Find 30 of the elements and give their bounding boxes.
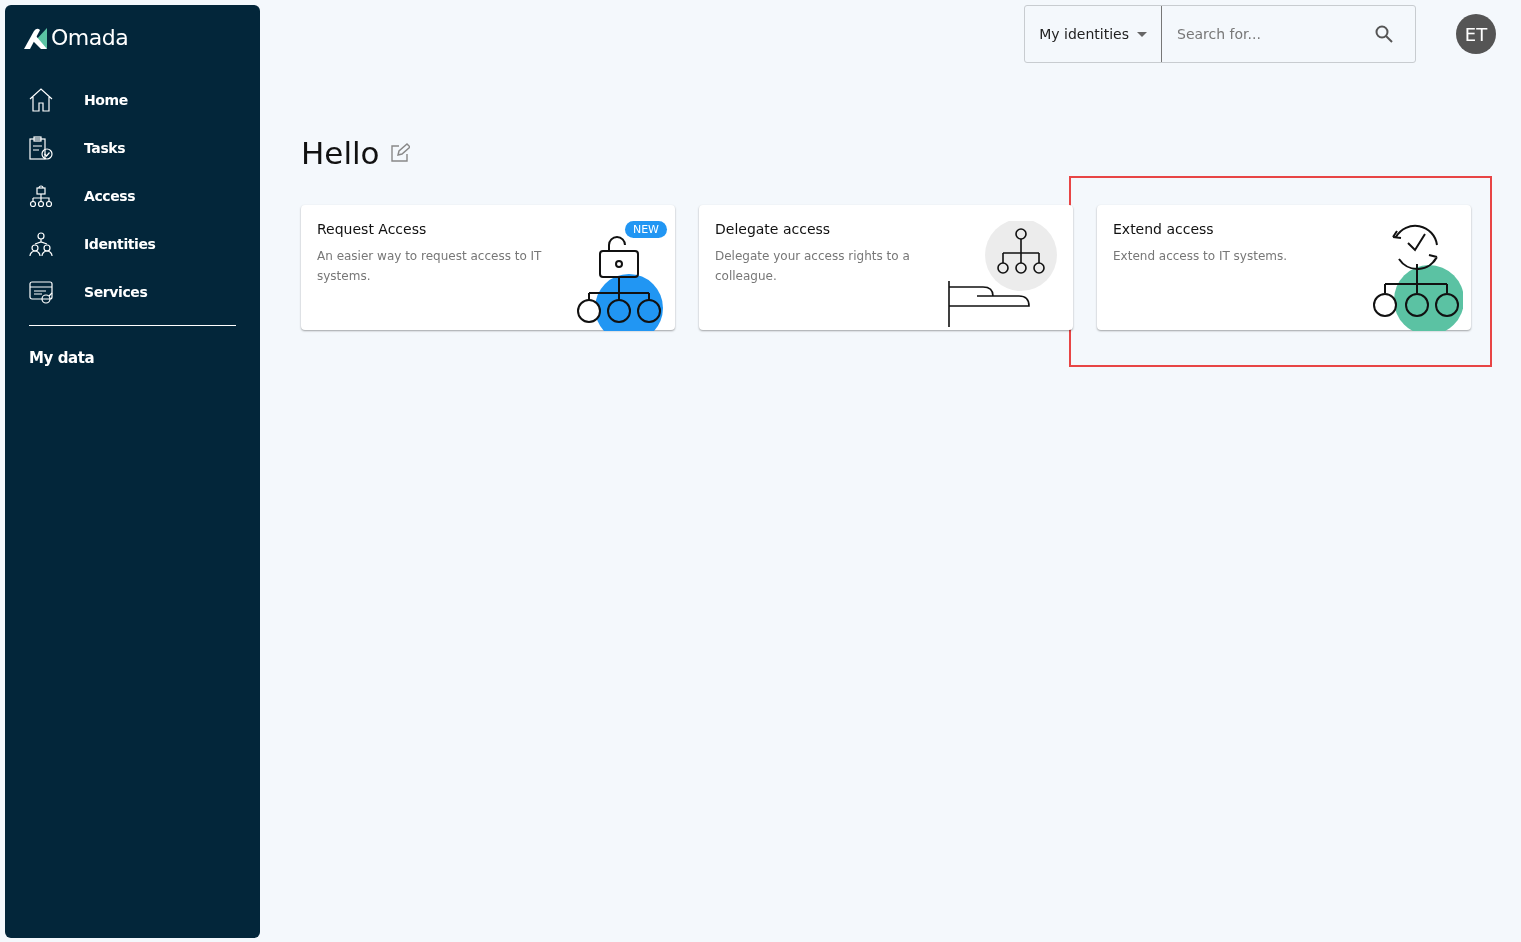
nav-item[interactable]: Services [24,268,236,316]
my-data-link[interactable]: My data [24,326,236,367]
action-card[interactable]: Request Access An easier way to request access to IT systems. NEW [301,205,675,330]
caret-icon [1137,31,1147,37]
home-icon [28,87,54,113]
nav-item[interactable]: Identities [24,220,236,268]
people-network-icon [28,231,54,257]
scope-dropdown[interactable]: My identities [1025,6,1162,62]
card-description: Delegate your access rights to a colleague. [715,248,911,285]
service-card-icon [28,279,54,305]
clipboard-check-icon [28,135,54,161]
nav-item[interactable]: Tasks [24,124,236,172]
card-description: Extend access to IT systems. [1113,248,1289,265]
edit-icon[interactable] [389,143,410,163]
search-field[interactable]: Search for... [1175,25,1359,43]
lock-network-icon [28,183,54,209]
avatar[interactable]: ET [1456,14,1496,54]
new-badge: NEW [624,221,667,238]
card-title: Extend access [1113,221,1215,237]
nav-item[interactable]: Access [24,172,236,220]
card-title: Request Access [317,221,428,237]
action-card[interactable]: Extend access Extend access to IT systems. [1097,205,1471,330]
card-description: An easier way to request access to IT systems. [317,248,543,285]
greeting-heading: Hello [301,135,380,171]
logo-icon [24,26,48,49]
action-card[interactable]: Delegate access Delegate your access rights to a colleague. [699,205,1073,330]
nav-item[interactable]: Home [24,76,236,124]
search-icon[interactable] [1375,25,1393,43]
card-title: Delegate access [715,221,832,237]
brand-name: Omada [51,25,129,50]
